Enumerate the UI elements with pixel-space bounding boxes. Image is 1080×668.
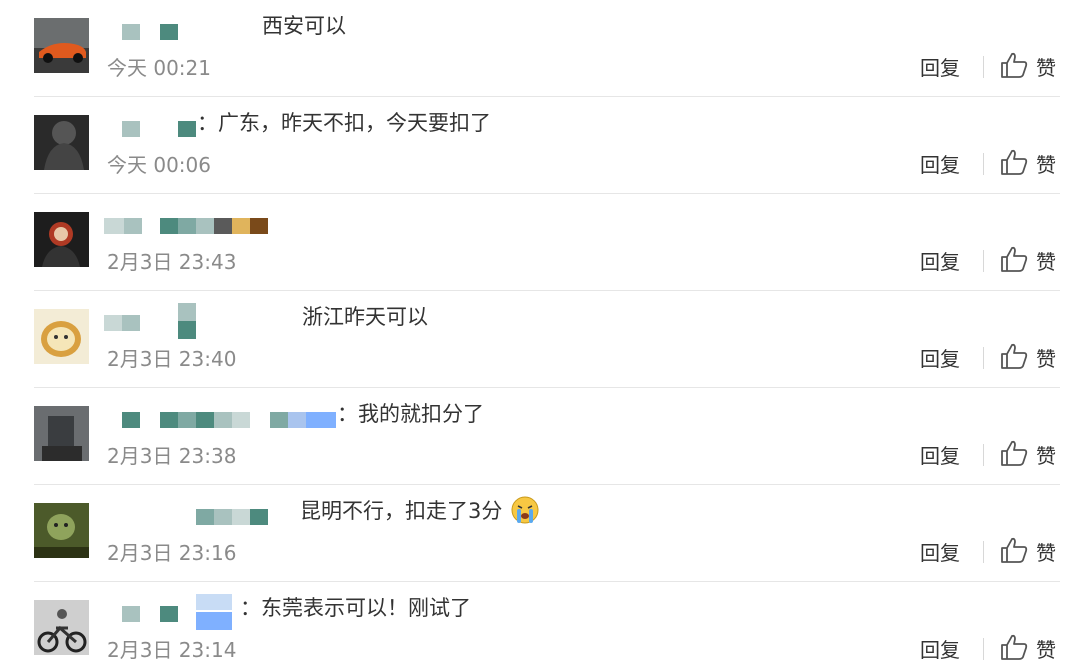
reply-button[interactable]: 回复 <box>920 440 960 469</box>
comment-text: ：广东，昨天不扣，今天要扣了 <box>197 111 491 135</box>
avatar[interactable] <box>34 600 89 655</box>
comment-item: 浙江昨天可以 2月3日 23:40 回复 赞 <box>0 291 1080 388</box>
reply-button[interactable]: 回复 <box>920 537 960 566</box>
like-label: 赞 <box>1036 250 1056 274</box>
thumbs-up-icon <box>1001 246 1028 272</box>
avatar[interactable] <box>34 309 89 364</box>
like-label: 赞 <box>1036 56 1056 80</box>
like-label: 赞 <box>1036 153 1056 177</box>
reply-button[interactable]: 回复 <box>920 246 960 275</box>
divider <box>983 153 984 175</box>
comment-time: 今天 00:21 <box>107 56 211 80</box>
divider <box>983 444 984 466</box>
reply-button[interactable]: 回复 <box>920 149 960 178</box>
divider <box>983 541 984 563</box>
thumbs-up-icon <box>1001 52 1028 78</box>
divider <box>983 250 984 272</box>
comment-text: ：我的就扣分了 <box>337 402 484 426</box>
divider <box>983 638 984 660</box>
comment-item: ：我的就扣分了 2月3日 23:38 回复 赞 <box>0 388 1080 485</box>
comment-time: 2月3日 23:16 <box>107 541 237 565</box>
thumbs-up-icon <box>1001 634 1028 660</box>
like-label: 赞 <box>1036 638 1056 662</box>
comment-time: 2月3日 23:40 <box>107 347 237 371</box>
reply-button[interactable]: 回复 <box>920 52 960 81</box>
avatar[interactable] <box>34 115 89 170</box>
comment-item: 2月3日 23:43 回复 赞 <box>0 194 1080 291</box>
comment-item: 西安可以 今天 00:21 回复 赞 <box>0 0 1080 97</box>
thumbs-up-icon <box>1001 537 1028 563</box>
divider <box>983 347 984 369</box>
avatar[interactable] <box>34 503 89 558</box>
comment-time: 2月3日 23:38 <box>107 444 237 468</box>
comment-text: 昆明不行，扣走了3分 <box>300 499 503 523</box>
like-label: 赞 <box>1036 541 1056 565</box>
like-label: 赞 <box>1036 444 1056 468</box>
comment-item: 昆明不行，扣走了3分 2月3日 23:16 回复 赞 <box>0 485 1080 582</box>
comment-item: ：广东，昨天不扣，今天要扣了 今天 00:06 回复 赞 <box>0 97 1080 194</box>
comment-text: ：东莞表示可以！刚试了 <box>240 596 471 620</box>
thumbs-up-icon <box>1001 343 1028 369</box>
reply-button[interactable]: 回复 <box>920 634 960 663</box>
reply-button[interactable]: 回复 <box>920 343 960 372</box>
avatar[interactable] <box>34 212 89 267</box>
comment-item: ：东莞表示可以！刚试了 2月3日 23:14 回复 赞 <box>0 582 1080 668</box>
crying-face-icon <box>511 496 539 524</box>
comment-text: 西安可以 <box>262 14 346 38</box>
like-label: 赞 <box>1036 347 1056 371</box>
thumbs-up-icon <box>1001 440 1028 466</box>
comment-text: 浙江昨天可以 <box>302 305 428 329</box>
comment-time: 今天 00:06 <box>107 153 211 177</box>
comment-time: 2月3日 23:43 <box>107 250 237 274</box>
comment-time: 2月3日 23:14 <box>107 638 237 662</box>
thumbs-up-icon <box>1001 149 1028 175</box>
avatar[interactable] <box>34 406 89 461</box>
avatar[interactable] <box>34 18 89 73</box>
divider <box>983 56 984 78</box>
comment-list: 西安可以 今天 00:21 回复 赞 ：广东，昨天不扣，今天要扣了 今天 00:… <box>0 0 1080 668</box>
